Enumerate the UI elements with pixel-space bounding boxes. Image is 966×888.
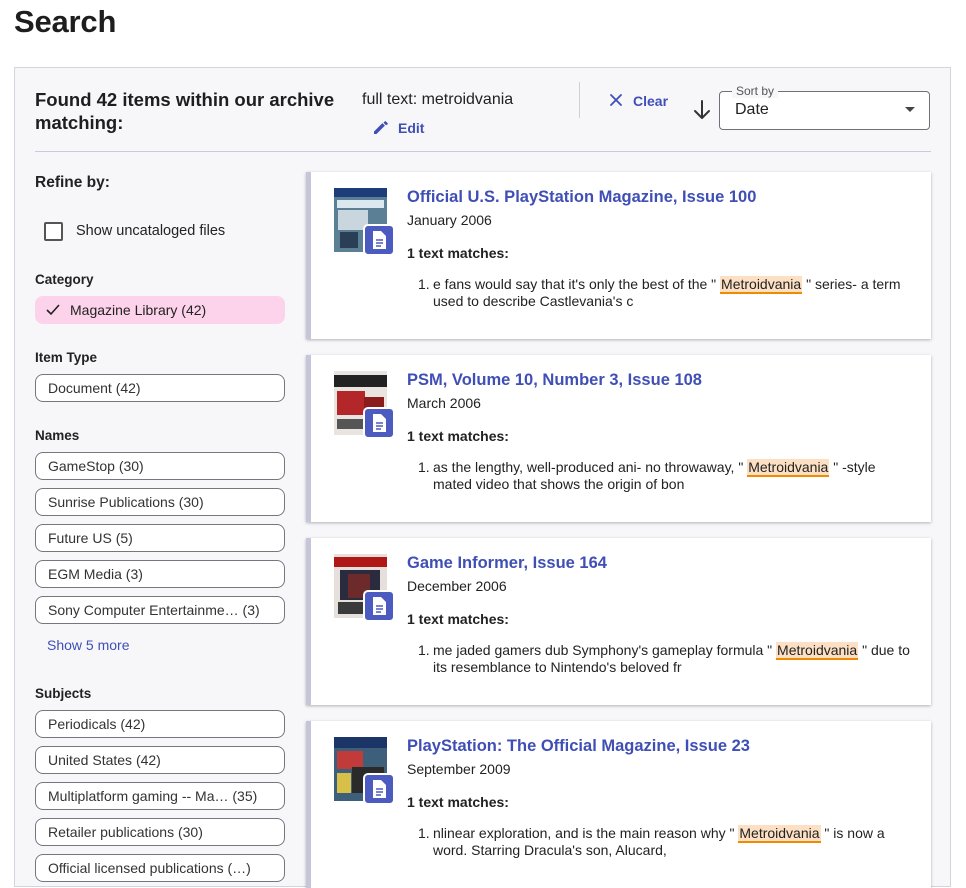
- result-date: March 2006: [407, 395, 481, 411]
- chip-label: Magazine Library (42): [70, 302, 207, 318]
- match-snippet: 1. as the lengthy, well-produced ani- no…: [418, 459, 913, 493]
- result-title[interactable]: Official U.S. PlayStation Magazine, Issu…: [407, 188, 756, 207]
- found-items-text: Found 42 items within our archive matchi…: [35, 89, 335, 133]
- result-title[interactable]: PlayStation: The Official Magazine, Issu…: [407, 737, 750, 756]
- highlighted-term: Metroidvania: [738, 825, 821, 843]
- highlighted-term: Metroidvania: [747, 459, 830, 477]
- subjects-chip-periodicals[interactable]: Periodicals (42): [35, 710, 285, 738]
- show-more-names-link[interactable]: Show 5 more: [47, 637, 129, 653]
- item-type-chip-document[interactable]: Document (42): [35, 374, 285, 402]
- result-card[interactable]: PSM, Volume 10, Number 3, Issue 108 Marc…: [306, 355, 931, 522]
- names-chip-future-us[interactable]: Future US (5): [35, 524, 285, 552]
- names-chip-sony-computer-entertainment[interactable]: Sony Computer Entertainme… (3): [35, 596, 285, 624]
- item-type-heading: Item Type: [35, 350, 98, 365]
- subjects-chip-official-licensed-publications[interactable]: Official licensed publications (…): [35, 854, 285, 882]
- checkmark-icon: [46, 298, 60, 316]
- text-matches-heading: 1 text matches:: [407, 794, 509, 810]
- sort-direction-button[interactable]: [691, 98, 713, 122]
- dropdown-caret-icon: [905, 107, 915, 112]
- close-icon: [609, 93, 623, 110]
- category-heading: Category: [35, 272, 94, 287]
- subjects-chip-retailer-publications[interactable]: Retailer publications (30): [35, 818, 285, 846]
- clear-search-button[interactable]: Clear: [609, 90, 668, 112]
- page-title: Search: [14, 4, 117, 39]
- match-snippet: 1. e fans would say that it's only the b…: [418, 276, 913, 310]
- arrow-down-icon: [691, 100, 713, 126]
- document-icon: [363, 407, 395, 439]
- show-uncataloged-label: Show uncataloged files: [76, 223, 226, 239]
- refine-by-heading: Refine by:: [35, 174, 110, 191]
- search-results-panel: Found 42 items within our archive matchi…: [14, 67, 951, 888]
- names-heading: Names: [35, 428, 80, 443]
- show-uncataloged-checkbox[interactable]: [44, 221, 63, 241]
- search-query: full text: metroidvania: [362, 91, 514, 108]
- sort-by-label: Sort by: [732, 84, 779, 98]
- snippet-number: 1.: [418, 459, 430, 475]
- snippet-number: 1.: [418, 276, 430, 292]
- clear-label: Clear: [633, 93, 669, 109]
- document-icon: [363, 224, 395, 256]
- result-date: September 2009: [407, 761, 511, 777]
- show-uncataloged-toggle[interactable]: Show uncataloged files: [44, 220, 225, 242]
- text-matches-heading: 1 text matches:: [407, 611, 509, 627]
- result-card[interactable]: Official U.S. PlayStation Magazine, Issu…: [306, 172, 931, 339]
- snippet-number: 1.: [418, 825, 430, 841]
- category-chip-magazine-library[interactable]: Magazine Library (42): [35, 296, 285, 324]
- edit-search-button[interactable]: Edit: [373, 117, 424, 139]
- text-matches-heading: 1 text matches:: [407, 245, 509, 261]
- subjects-chip-united-states[interactable]: United States (42): [35, 746, 285, 774]
- pencil-icon: [373, 119, 389, 138]
- names-chip-sunrise-publications[interactable]: Sunrise Publications (30): [35, 488, 285, 516]
- highlighted-term: Metroidvania: [776, 642, 859, 660]
- match-snippet: 1. me jaded gamers dub Symphony's gamepl…: [418, 642, 913, 676]
- result-card[interactable]: Game Informer, Issue 164 December 2006 1…: [306, 538, 931, 705]
- result-title[interactable]: Game Informer, Issue 164: [407, 554, 607, 573]
- header-rule: [35, 151, 931, 152]
- names-chip-gamestop[interactable]: GameStop (30): [35, 452, 285, 480]
- sort-by-value: Date: [735, 101, 769, 118]
- snippet-before: as the lengthy, well-produced ani- no th…: [433, 459, 744, 475]
- sort-by-select[interactable]: Sort by Date: [719, 84, 930, 130]
- result-date: January 2006: [407, 212, 492, 228]
- result-title[interactable]: PSM, Volume 10, Number 3, Issue 108: [407, 371, 702, 390]
- snippet-number: 1.: [418, 642, 430, 658]
- snippet-before: me jaded gamers dub Symphony's gameplay …: [433, 642, 773, 658]
- names-chip-egm-media[interactable]: EGM Media (3): [35, 560, 285, 588]
- subjects-chip-multiplatform-gaming[interactable]: Multiplatform gaming -- Ma… (35): [35, 782, 285, 810]
- header-divider: [579, 82, 580, 118]
- document-icon: [363, 773, 395, 805]
- subjects-heading: Subjects: [35, 686, 92, 701]
- highlighted-term: Metroidvania: [720, 276, 803, 294]
- text-matches-heading: 1 text matches:: [407, 428, 509, 444]
- snippet-before: nlinear exploration, and is the main rea…: [433, 825, 735, 841]
- snippet-before: e fans would say that it's only the best…: [433, 276, 717, 292]
- match-snippet: 1. nlinear exploration, and is the main …: [418, 825, 913, 859]
- result-date: December 2006: [407, 578, 507, 594]
- document-icon: [363, 590, 395, 622]
- edit-label: Edit: [398, 120, 425, 136]
- result-card[interactable]: PlayStation: The Official Magazine, Issu…: [306, 721, 931, 888]
